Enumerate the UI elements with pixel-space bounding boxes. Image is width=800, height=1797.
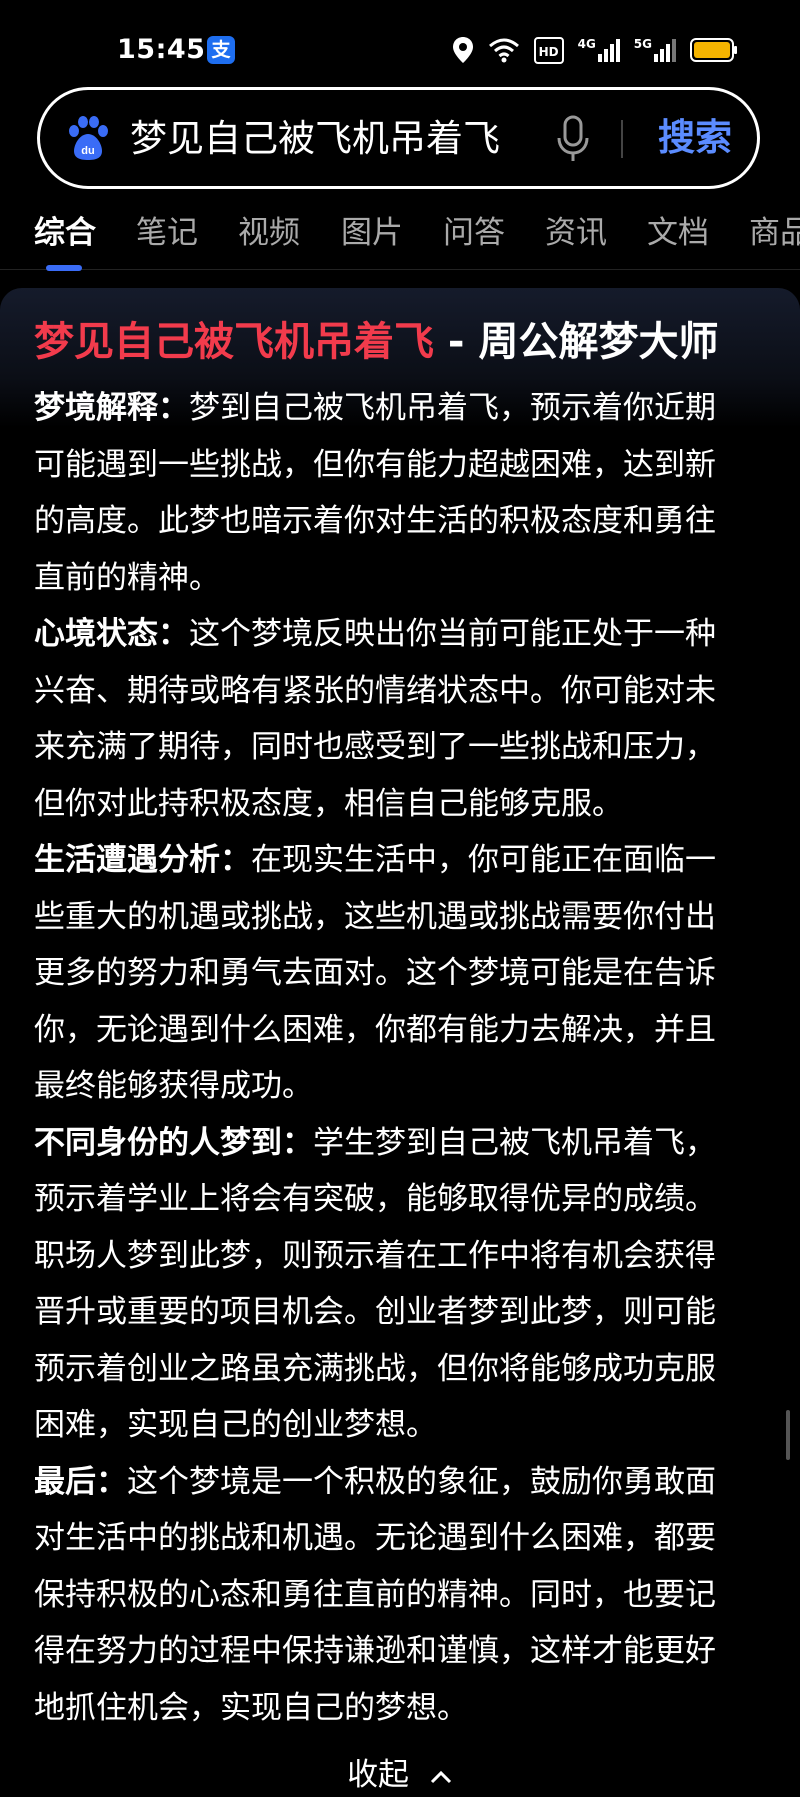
collapse-button[interactable]: 收起: [0, 1753, 800, 1797]
status-bar: 15:45 支 HD 4G 5G: [0, 0, 800, 96]
tab-images[interactable]: 图片: [341, 211, 403, 255]
active-tab-indicator: [46, 265, 82, 271]
section-label: 最后：: [34, 1463, 127, 1500]
search-tabs: 综合 笔记 视频 图片 问答 资讯 文档 商品: [0, 205, 800, 271]
tab-products[interactable]: 商品: [749, 211, 800, 255]
result-title[interactable]: 梦见自己被飞机吊着飞 - 周公解梦大师: [34, 314, 718, 370]
collapse-label: 收起: [347, 1757, 410, 1793]
section-label: 梦境解释：: [34, 390, 189, 426]
search-bar[interactable]: du 梦见自己被飞机吊着飞 搜索: [37, 87, 760, 189]
section-text: 在现实生活中，你可能正在面临一些重大的机遇或挑战，这些机遇或挑战需要你付出更多的…: [34, 842, 716, 1104]
section-label: 心境状态：: [34, 616, 189, 652]
section-conclusion: 最后：这个梦境是一个积极的象征，鼓励你勇敢面对生活中的挑战和机遇。无论遇到什么困…: [34, 1454, 746, 1737]
section-life-analysis: 生活遭遇分析：在现实生活中，你可能正在面临一些重大的机遇或挑战，这些机遇或挑战需…: [34, 832, 746, 1115]
status-time: 15:45: [117, 34, 206, 65]
tab-qa[interactable]: 问答: [443, 211, 505, 255]
tab-docs[interactable]: 文档: [647, 211, 709, 255]
section-identities: 不同身份的人梦到：学生梦到自己被飞机吊着飞，预示着学业上将会有突破，能够取得优异…: [34, 1115, 746, 1454]
search-button[interactable]: 搜索: [658, 112, 732, 164]
tab-news[interactable]: 资讯: [545, 211, 607, 255]
search-divider: [621, 120, 623, 158]
tab-videos[interactable]: 视频: [238, 211, 300, 255]
alipay-icon: 支: [207, 36, 235, 64]
section-text: 这个梦境是一个积极的象征，鼓励你勇敢面对生活中的挑战和机遇。无论遇到什么困难，都…: [34, 1463, 716, 1726]
location-icon: [452, 37, 473, 63]
title-source: - 周公解梦大师: [434, 319, 719, 365]
signal-4g: 4G: [578, 38, 620, 62]
section-label: 不同身份的人梦到：: [34, 1124, 313, 1161]
status-icons: HD 4G 5G: [452, 34, 738, 66]
dream-result-card: 梦见自己被飞机吊着飞 - 周公解梦大师 梦境解释：梦到自己被飞机吊着飞，预示着你…: [0, 288, 800, 1793]
title-keyword: 梦见自己被飞机吊着飞: [34, 319, 434, 365]
search-input[interactable]: 梦见自己被飞机吊着飞: [130, 114, 500, 164]
scrollbar-thumb[interactable]: [786, 1410, 790, 1460]
signal-5g: 5G: [634, 38, 676, 62]
battery-icon: [690, 38, 737, 62]
baidu-paw-icon: du: [69, 116, 108, 160]
hd-badge: HD: [533, 36, 564, 64]
section-dream-interpretation: 梦境解释：梦到自己被飞机吊着飞，预示着你近期可能遇到一些挑战，但你有能力超越困难…: [34, 380, 746, 606]
section-mood: 心境状态：这个梦境反映出你当前可能正处于一种兴奋、期待或略有紧张的情绪状态中。你…: [34, 606, 746, 832]
svg-text:du: du: [81, 145, 94, 157]
result-body: 梦境解释：梦到自己被飞机吊着飞，预示着你近期可能遇到一些挑战，但你有能力超越困难…: [34, 380, 746, 1736]
signal-bars-icon: [597, 39, 620, 62]
section-label: 生活遭遇分析：: [34, 842, 251, 878]
signal-bars-icon: [654, 39, 676, 62]
chevron-up-icon: [430, 1770, 451, 1783]
wifi-icon: [488, 38, 519, 63]
tab-all[interactable]: 综合: [34, 211, 96, 255]
section-text: 学生梦到自己被飞机吊着飞，预示着学业上将会有突破，能够取得优异的成绩。职场人梦到…: [34, 1124, 716, 1444]
tab-notes[interactable]: 笔记: [136, 211, 198, 255]
microphone-icon[interactable]: [555, 114, 591, 164]
